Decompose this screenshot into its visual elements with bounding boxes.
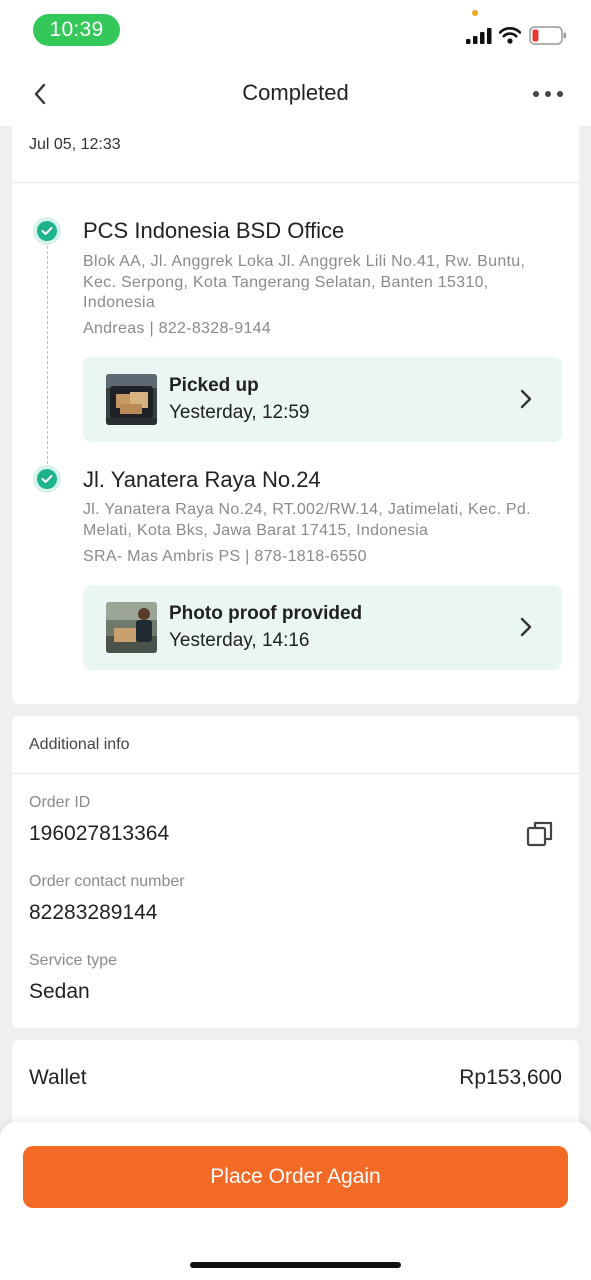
service-type-label: Service type	[29, 952, 118, 969]
service-type-value: Sedan	[29, 980, 90, 1003]
battery-low-icon	[529, 26, 566, 45]
copy-order-id-button[interactable]	[526, 820, 554, 848]
additional-info-card: Additional info Order ID 196027813364 Or…	[12, 716, 579, 1028]
more-button[interactable]	[528, 78, 568, 110]
dropoff-stop-contact: SRA- Mas Ambris PS | 878-1818-6550	[83, 548, 367, 565]
more-horizontal-icon	[533, 91, 563, 97]
status-time: 10:39	[33, 14, 120, 46]
order-date: Jul 05, 12:33	[29, 136, 121, 153]
timeline-connector	[47, 246, 48, 464]
event-title: Picked up	[169, 375, 259, 396]
pickup-stop-address: Blok AA, Jl. Anggrek Loka Jl. Anggrek Li…	[83, 253, 526, 311]
bottom-action-sheet: Place Order Again	[0, 1122, 591, 1280]
chevron-right-icon	[520, 389, 532, 409]
stop-completed-check-icon	[33, 465, 61, 493]
contact-number-label: Order contact number	[29, 873, 185, 890]
copy-icon	[526, 821, 553, 847]
order-id-label: Order ID	[29, 794, 91, 811]
divider	[12, 182, 579, 183]
pickup-stop-title: PCS Indonesia BSD Office	[83, 218, 345, 243]
pickup-photo-thumbnail	[106, 374, 157, 425]
nav-bar: Completed	[0, 62, 591, 126]
picked-up-event[interactable]: Picked up Yesterday, 12:59	[83, 357, 562, 442]
privacy-indicator-dot	[472, 10, 478, 16]
status-bar: 10:39	[0, 0, 591, 62]
payment-card: Wallet Rp153,600	[12, 1040, 579, 1130]
place-order-again-button[interactable]: Place Order Again	[23, 1146, 568, 1208]
event-time: Yesterday, 12:59	[169, 402, 310, 423]
chevron-right-icon	[520, 617, 532, 637]
dropoff-stop-title: Jl. Yanatera Raya No.24	[83, 467, 321, 492]
contact-number-value: 82283289144	[29, 901, 158, 924]
wifi-icon	[499, 27, 521, 44]
payment-method-label: Wallet	[29, 1066, 87, 1089]
page-title: Completed	[242, 80, 349, 105]
signal-icon	[466, 28, 492, 44]
route-card: Jul 05, 12:33 PCS Indonesia BSD Office B…	[12, 126, 579, 704]
event-time: Yesterday, 14:16	[169, 630, 310, 651]
pickup-stop-contact: Andreas | 822-8328-9144	[83, 320, 272, 337]
order-id-value: 196027813364	[29, 822, 170, 845]
event-title: Photo proof provided	[169, 603, 363, 624]
payment-amount: Rp153,600	[459, 1066, 562, 1089]
home-indicator[interactable]	[190, 1262, 401, 1268]
stop-completed-check-icon	[33, 217, 61, 245]
divider	[12, 773, 579, 774]
proof-photo-thumbnail	[106, 602, 157, 653]
dropoff-stop-address: Jl. Yanatera Raya No.24, RT.002/RW.14, J…	[83, 501, 531, 539]
photo-proof-event[interactable]: Photo proof provided Yesterday, 14:16	[83, 585, 562, 670]
section-header: Additional info	[29, 736, 130, 753]
